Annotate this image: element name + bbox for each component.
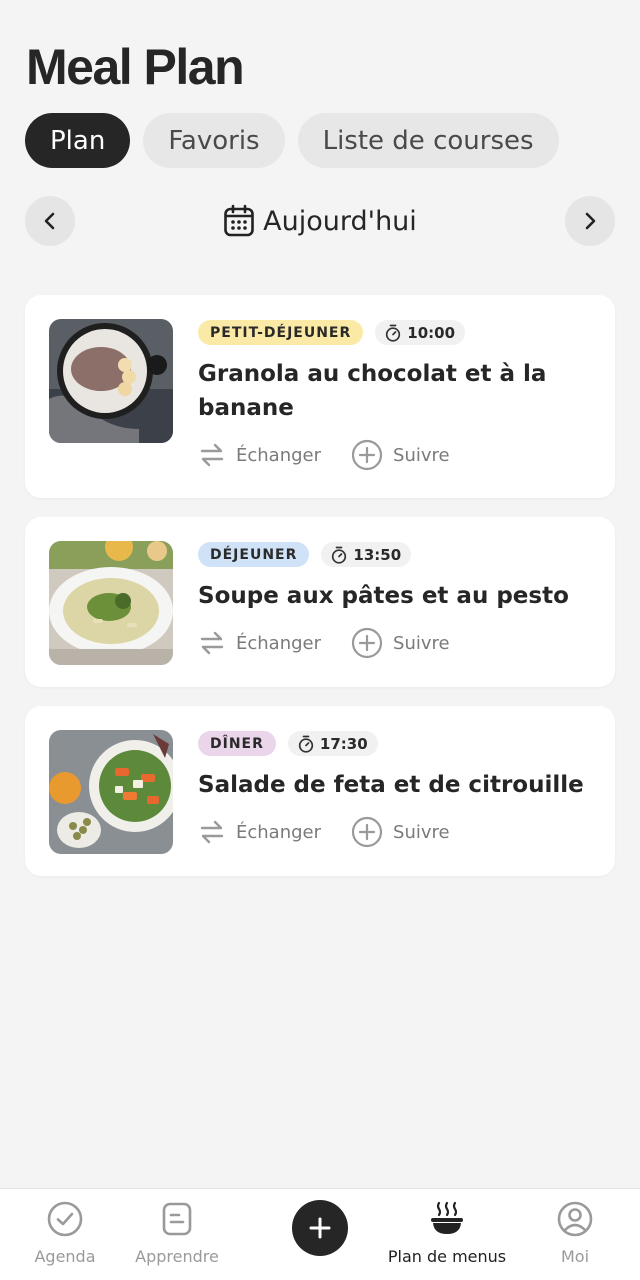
plus-circle-icon <box>351 439 383 471</box>
meal-card-lunch[interactable]: DÉJEUNER 13:50 Soupe aux pâtes et au pes… <box>25 517 615 687</box>
meal-info: PETIT-DÉJEUNER 10:00 Granola au chocolat… <box>198 320 599 471</box>
meal-info: DÎNER 17:30 Salade de feta et de citroui… <box>198 731 599 848</box>
document-icon <box>162 1202 192 1236</box>
plus-icon <box>309 1217 331 1239</box>
meal-time: 13:50 <box>321 542 412 567</box>
tab-liste-de-courses[interactable]: Liste de courses <box>297 113 559 168</box>
plus-circle-icon <box>351 816 383 848</box>
date-text: Aujourd'hui <box>263 205 417 237</box>
meal-name[interactable]: Salade de feta et de citrouille <box>198 768 599 802</box>
swap-arrows-icon <box>200 820 224 844</box>
swap-label: Échanger <box>236 632 322 654</box>
meal-list: PETIT-DÉJEUNER 10:00 Granola au chocolat… <box>25 295 615 895</box>
tab-bar: Plan Favoris Liste de courses <box>25 113 559 168</box>
date-navigator: Aujourd'hui <box>25 196 615 246</box>
nav-agenda[interactable]: Agenda <box>0 1199 130 1266</box>
bowl-icon <box>431 1201 463 1234</box>
swap-label: Échanger <box>236 821 322 843</box>
calendar-icon <box>224 204 254 237</box>
track-button[interactable]: Suivre <box>351 816 450 848</box>
meal-card-dinner[interactable]: DÎNER 17:30 Salade de feta et de citroui… <box>25 706 615 876</box>
nav-moi[interactable]: Moi <box>510 1199 640 1266</box>
chevron-left-icon <box>44 212 55 230</box>
add-button[interactable] <box>292 1200 348 1256</box>
bottom-nav: Agenda Apprendre Plan de menus Moi <box>0 1188 640 1280</box>
meal-time: 17:30 <box>287 731 378 756</box>
check-circle-icon <box>47 1201 83 1237</box>
meal-photo <box>49 319 173 443</box>
swap-arrows-icon <box>200 631 224 655</box>
meal-time-text: 10:00 <box>407 323 456 342</box>
next-day-button[interactable] <box>564 196 615 246</box>
meal-type-badge: DÉJEUNER <box>198 542 310 567</box>
meal-time-text: 13:50 <box>353 545 402 564</box>
user-icon <box>557 1201 593 1237</box>
chevron-right-icon <box>585 212 596 230</box>
nav-apprendre-label: Apprendre <box>135 1247 219 1266</box>
tab-favoris[interactable]: Favoris <box>143 113 285 168</box>
nav-plan-de-menus[interactable]: Plan de menus <box>382 1199 512 1266</box>
meal-name[interactable]: Granola au chocolat et à la banane <box>198 357 599 425</box>
date-label[interactable]: Aujourd'hui <box>223 204 417 238</box>
swap-button[interactable]: Échanger <box>198 441 321 469</box>
plus-circle-icon <box>351 627 383 659</box>
swap-arrows-icon <box>200 443 224 467</box>
nav-agenda-label: Agenda <box>34 1247 96 1266</box>
stopwatch-icon <box>386 324 401 342</box>
stopwatch-icon <box>332 546 347 564</box>
swap-button[interactable]: Échanger <box>198 818 321 846</box>
meal-type-badge: PETIT-DÉJEUNER <box>198 320 364 345</box>
previous-day-button[interactable] <box>25 196 75 246</box>
page-title: Meal Plan <box>26 39 245 95</box>
track-button[interactable]: Suivre <box>351 439 450 471</box>
track-label: Suivre <box>393 632 450 654</box>
meal-name[interactable]: Soupe aux pâtes et au pesto <box>198 579 599 613</box>
meal-photo <box>49 541 173 665</box>
track-label: Suivre <box>393 821 450 843</box>
nav-moi-label: Moi <box>560 1247 590 1266</box>
swap-button[interactable]: Échanger <box>198 629 321 657</box>
meal-info: DÉJEUNER 13:50 Soupe aux pâtes et au pes… <box>198 542 599 659</box>
tab-plan[interactable]: Plan <box>25 113 131 168</box>
swap-label: Échanger <box>236 444 322 466</box>
meal-card-breakfast[interactable]: PETIT-DÉJEUNER 10:00 Granola au chocolat… <box>25 295 615 498</box>
nav-plan-de-menus-label: Plan de menus <box>387 1247 507 1266</box>
nav-apprendre[interactable]: Apprendre <box>112 1199 242 1266</box>
meal-type-badge: DÎNER <box>198 731 276 756</box>
meal-time-text: 17:30 <box>319 734 368 753</box>
track-button[interactable]: Suivre <box>351 627 450 659</box>
meal-photo <box>49 730 173 854</box>
stopwatch-icon <box>298 735 314 753</box>
meal-time: 10:00 <box>375 320 466 345</box>
track-label: Suivre <box>393 444 450 466</box>
